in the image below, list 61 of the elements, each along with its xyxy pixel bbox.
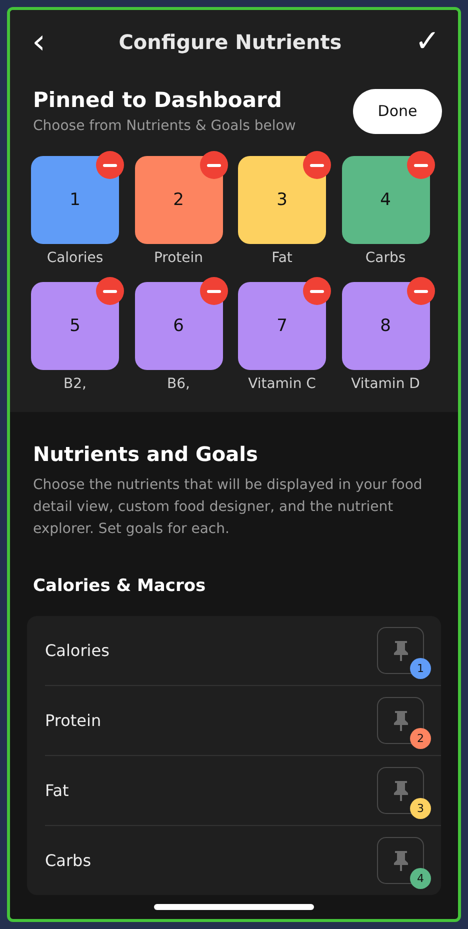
tile-label: Vitamin D bbox=[351, 376, 420, 392]
minus-icon bbox=[414, 290, 428, 292]
group-title: Calories & Macros bbox=[32, 575, 207, 596]
remove-button[interactable] bbox=[200, 151, 228, 179]
pin-icon bbox=[392, 640, 410, 662]
done-button[interactable]: Done bbox=[353, 88, 442, 134]
pin-icon bbox=[392, 780, 410, 802]
remove-button[interactable] bbox=[406, 151, 434, 179]
minus-icon bbox=[310, 164, 324, 166]
tile-number: 8 bbox=[380, 316, 391, 336]
tile-label: Vitamin C bbox=[248, 376, 316, 392]
remove-button[interactable] bbox=[406, 277, 434, 305]
tile-label: Calories bbox=[46, 250, 104, 266]
nutrient-tile[interactable]: 3 bbox=[238, 156, 326, 244]
minus-icon bbox=[206, 164, 220, 166]
pin-order-badge: 2 bbox=[410, 728, 431, 749]
section-subtitle: Choose from Nutrients & Goals below bbox=[33, 118, 296, 134]
nutrient-name: Fat bbox=[45, 781, 69, 800]
back-button[interactable]: ‹ bbox=[32, 25, 46, 59]
tile-label: B6, bbox=[167, 376, 190, 392]
nutrient-name: Protein bbox=[45, 711, 102, 730]
nutrient-tile[interactable]: 5 bbox=[31, 282, 119, 370]
minus-icon bbox=[310, 290, 324, 292]
confirm-button[interactable]: ✓ bbox=[414, 27, 440, 57]
tile-number: 6 bbox=[173, 316, 184, 336]
remove-button[interactable] bbox=[96, 151, 124, 179]
tile-number: 7 bbox=[276, 316, 288, 336]
tile-number: 2 bbox=[173, 190, 184, 210]
minus-icon bbox=[206, 290, 220, 292]
tile-label: Protein bbox=[154, 250, 204, 266]
tile-label: Carbs bbox=[365, 250, 406, 266]
nutrient-tile[interactable]: 1 bbox=[31, 156, 119, 244]
remove-button[interactable] bbox=[303, 277, 331, 305]
minus-icon bbox=[103, 290, 117, 292]
nutrient-tile[interactable]: 2 bbox=[134, 156, 222, 244]
tile-number: 3 bbox=[276, 190, 288, 210]
nutrient-name: Carbs bbox=[45, 851, 92, 870]
pin-icon bbox=[392, 710, 410, 732]
nutrient-name: Calories bbox=[45, 641, 110, 660]
pin-order-badge: 4 bbox=[410, 868, 431, 889]
section-description: Choose the nutrients that will be displayed in your food detail view, custom food designer, and the nutrient explorer. Set goals for each. bbox=[32, 476, 424, 539]
nutrient-tile[interactable]: 8 bbox=[342, 282, 430, 370]
tile-label: Fat bbox=[272, 250, 292, 266]
pin-order-badge: 3 bbox=[410, 798, 431, 819]
nutrient-tile[interactable]: 4 bbox=[342, 156, 430, 244]
tile-label: B2, bbox=[64, 376, 86, 392]
remove-button[interactable] bbox=[200, 277, 228, 305]
tile-number: 1 bbox=[70, 190, 80, 210]
tile-number: 5 bbox=[70, 316, 80, 336]
pin-order-badge: 1 bbox=[410, 658, 431, 679]
minus-icon bbox=[103, 164, 117, 166]
nutrient-tile[interactable]: 6 bbox=[134, 282, 222, 370]
remove-button[interactable] bbox=[303, 151, 331, 179]
section-title: Nutrients and Goals bbox=[32, 442, 259, 466]
nutrient-tile[interactable]: 7 bbox=[238, 282, 326, 370]
minus-icon bbox=[414, 164, 428, 166]
section-title: Pinned to Dashboard bbox=[33, 88, 283, 112]
pin-icon bbox=[392, 850, 410, 872]
tile-number: 4 bbox=[380, 190, 391, 210]
remove-button[interactable] bbox=[96, 277, 124, 305]
screen-title: Configure Nutrients bbox=[118, 30, 342, 54]
